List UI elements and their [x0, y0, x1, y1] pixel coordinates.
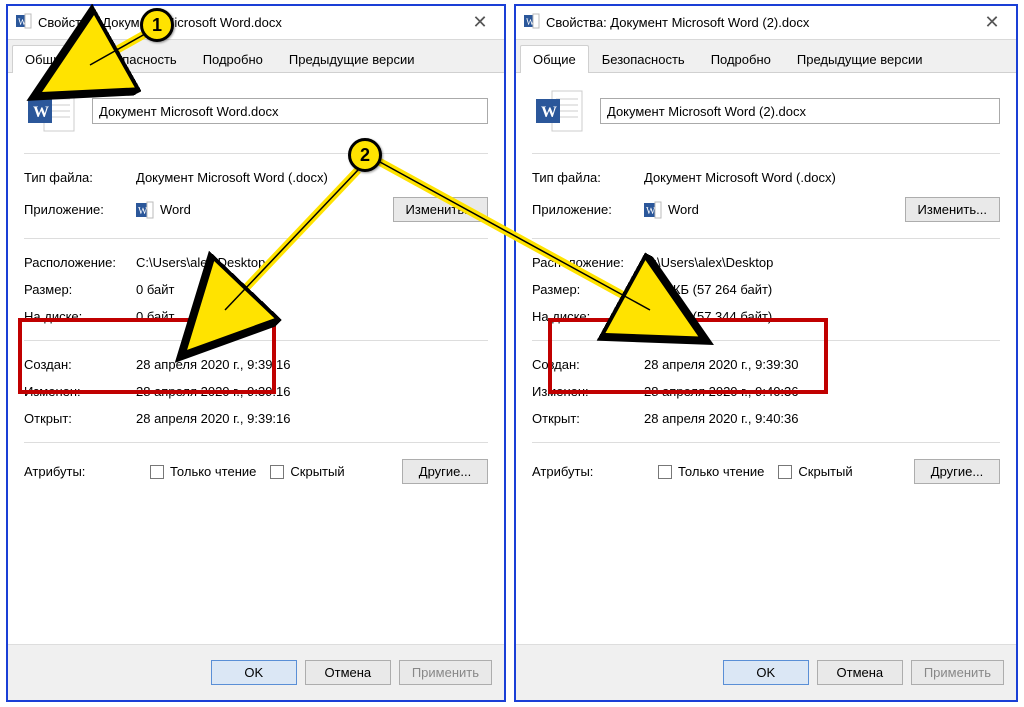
dialog-buttons: OK Отмена Применить	[8, 644, 504, 700]
title-text: Свойства: Документ Microsoft Word (2).do…	[546, 15, 972, 30]
change-app-button[interactable]: Изменить...	[905, 197, 1000, 222]
tab-content: W Тип файла: Документ Microsoft Word (.d…	[8, 73, 504, 644]
accessed-label: Открыт:	[532, 411, 644, 426]
modified-value: 28 апреля 2020 г., 9:39:16	[136, 384, 488, 399]
close-icon[interactable]: ✕	[460, 9, 500, 37]
annotation-marker-1: 1	[140, 8, 174, 42]
cancel-button[interactable]: Отмена	[817, 660, 903, 685]
readonly-checkbox[interactable]: Только чтение	[150, 464, 256, 479]
sizeondisk-value: 56,0 КБ (57 344 байт)	[644, 309, 1000, 324]
tab-previous[interactable]: Предыдущие версии	[784, 45, 936, 73]
cancel-button[interactable]: Отмена	[305, 660, 391, 685]
location-value: C:\Users\alex\Desktop	[644, 255, 1000, 270]
sizeondisk-label: На диске:	[532, 309, 644, 324]
size-value: 55,9 КБ (57 264 байт)	[644, 282, 1000, 297]
accessed-value: 28 апреля 2020 г., 9:40:36	[644, 411, 1000, 426]
attributes-label: Атрибуты:	[532, 464, 644, 479]
modified-label: Изменен:	[24, 384, 136, 399]
filename-input[interactable]	[92, 98, 488, 124]
accessed-label: Открыт:	[24, 411, 136, 426]
word-app-icon: W	[136, 201, 154, 219]
titlebar[interactable]: W Свойства: Документ Microsoft Word.docx…	[8, 6, 504, 40]
titlebar[interactable]: W Свойства: Документ Microsoft Word (2).…	[516, 6, 1016, 40]
readonly-checkbox[interactable]: Только чтение	[658, 464, 764, 479]
size-label: Размер:	[24, 282, 136, 297]
tab-security[interactable]: Безопасность	[589, 45, 698, 73]
created-label: Создан:	[24, 357, 136, 372]
svg-text:W: W	[541, 104, 557, 121]
ok-button[interactable]: OK	[211, 660, 297, 685]
accessed-value: 28 апреля 2020 г., 9:39:16	[136, 411, 488, 426]
sizeondisk-label: На диске:	[24, 309, 136, 324]
properties-dialog-left: W Свойства: Документ Microsoft Word.docx…	[6, 4, 506, 702]
tab-strip: Общие Безопасность Подробно Предыдущие в…	[516, 40, 1016, 73]
apply-button[interactable]: Применить	[911, 660, 1004, 685]
size-value: 0 байт	[136, 282, 488, 297]
word-app-icon: W	[644, 201, 662, 219]
app-value: W Word	[136, 201, 393, 219]
app-value: W Word	[644, 201, 905, 219]
tab-details[interactable]: Подробно	[698, 45, 784, 73]
location-label: Расположение:	[532, 255, 644, 270]
hidden-checkbox[interactable]: Скрытый	[778, 464, 852, 479]
location-value: C:\Users\alex\Desktop	[136, 255, 488, 270]
tab-details[interactable]: Подробно	[190, 45, 276, 73]
created-label: Создан:	[532, 357, 644, 372]
tab-general[interactable]: Общие	[12, 45, 81, 73]
properties-dialog-right: W Свойства: Документ Microsoft Word (2).…	[514, 4, 1018, 702]
filetype-label: Тип файла:	[532, 170, 644, 185]
filetype-value: Документ Microsoft Word (.docx)	[136, 170, 488, 185]
word-file-icon: W	[524, 13, 540, 32]
tab-previous[interactable]: Предыдущие версии	[276, 45, 428, 73]
title-text: Свойства: Документ Microsoft Word.docx	[38, 15, 460, 30]
app-label: Приложение:	[532, 202, 644, 217]
created-value: 28 апреля 2020 г., 9:39:16	[136, 357, 488, 372]
word-doc-icon: W	[24, 87, 80, 135]
checkbox-icon	[270, 465, 284, 479]
apply-button[interactable]: Применить	[399, 660, 492, 685]
annotation-marker-2: 2	[348, 138, 382, 172]
created-value: 28 апреля 2020 г., 9:39:30	[644, 357, 1000, 372]
close-icon[interactable]: ✕	[972, 9, 1012, 37]
word-doc-icon: W	[532, 87, 588, 135]
svg-text:W: W	[33, 104, 49, 121]
modified-value: 28 апреля 2020 г., 9:40:36	[644, 384, 1000, 399]
app-label: Приложение:	[24, 202, 136, 217]
advanced-button[interactable]: Другие...	[914, 459, 1000, 484]
checkbox-icon	[658, 465, 672, 479]
dialog-buttons: OK Отмена Применить	[516, 644, 1016, 700]
tab-strip: Общие Безопасность Подробно Предыдущие в…	[8, 40, 504, 73]
hidden-checkbox[interactable]: Скрытый	[270, 464, 344, 479]
filetype-label: Тип файла:	[24, 170, 136, 185]
filetype-value: Документ Microsoft Word (.docx)	[644, 170, 1000, 185]
change-app-button[interactable]: Изменить...	[393, 197, 488, 222]
modified-label: Изменен:	[532, 384, 644, 399]
tab-security[interactable]: Безопасность	[81, 45, 190, 73]
filename-input[interactable]	[600, 98, 1000, 124]
attributes-label: Атрибуты:	[24, 464, 136, 479]
tab-content: W Тип файла: Документ Microsoft Word (.d…	[516, 73, 1016, 644]
ok-button[interactable]: OK	[723, 660, 809, 685]
tab-general[interactable]: Общие	[520, 45, 589, 73]
size-label: Размер:	[532, 282, 644, 297]
sizeondisk-value: 0 байт	[136, 309, 488, 324]
word-file-icon: W	[16, 13, 32, 32]
location-label: Расположение:	[24, 255, 136, 270]
checkbox-icon	[150, 465, 164, 479]
advanced-button[interactable]: Другие...	[402, 459, 488, 484]
checkbox-icon	[778, 465, 792, 479]
